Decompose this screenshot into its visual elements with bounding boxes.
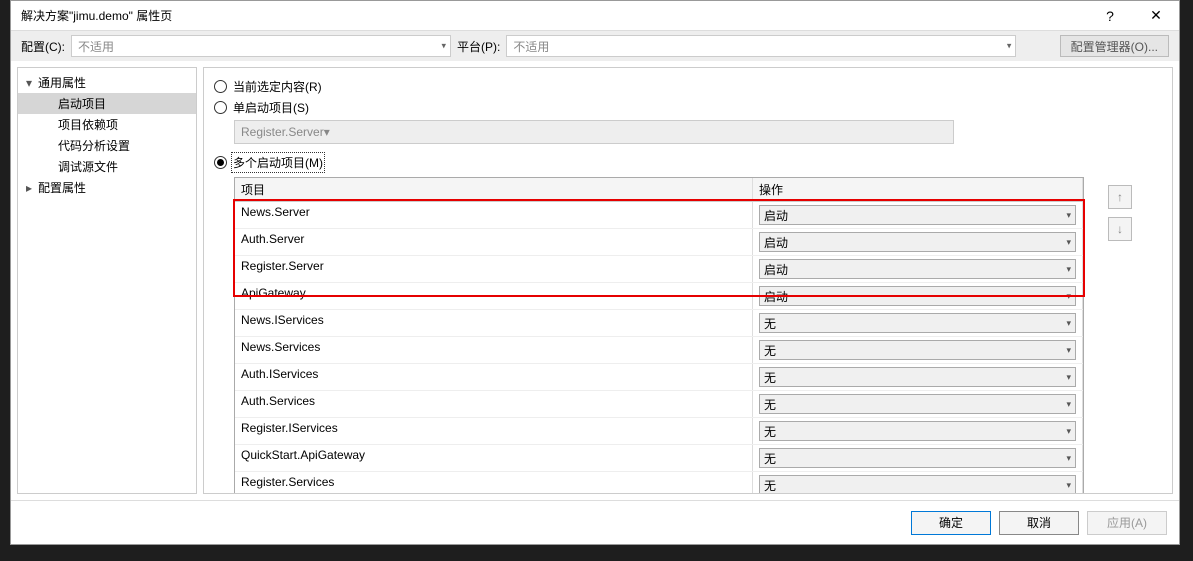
cell-action: 无▾ xyxy=(753,445,1083,471)
cell-project: QuickStart.ApiGateway xyxy=(235,445,753,471)
radio-current-selection[interactable]: 当前选定内容(R) xyxy=(214,78,1162,95)
cell-project: Register.Services xyxy=(235,472,753,494)
cell-project: Register.IServices xyxy=(235,418,753,444)
table-row[interactable]: Auth.Server 启动▾ xyxy=(235,229,1083,256)
action-dropdown[interactable]: 无▾ xyxy=(759,367,1076,387)
cell-action: 无▾ xyxy=(753,337,1083,363)
category-tree[interactable]: 通用属性启动项目项目依赖项代码分析设置调试源文件配置属性 xyxy=(17,67,197,494)
move-up-button[interactable]: ↑ xyxy=(1108,185,1132,209)
cell-action: 启动▾ xyxy=(753,256,1083,282)
apply-button[interactable]: 应用(A) xyxy=(1087,511,1167,535)
col-project: 项目 xyxy=(235,178,753,201)
action-dropdown[interactable]: 启动▾ xyxy=(759,286,1076,306)
cell-action: 无▾ xyxy=(753,391,1083,417)
action-dropdown[interactable]: 无▾ xyxy=(759,340,1076,360)
cell-action: 启动▾ xyxy=(753,283,1083,309)
window-title: 解决方案"jimu.demo" 属性页 xyxy=(21,7,1087,24)
chevron-down-icon: ▾ xyxy=(1066,237,1071,248)
cell-action: 启动▾ xyxy=(753,202,1083,228)
tree-item[interactable]: 代码分析设置 xyxy=(18,135,196,156)
tree-item[interactable]: 调试源文件 xyxy=(18,156,196,177)
chevron-down-icon: ▾ xyxy=(1066,264,1071,275)
close-button[interactable]: ✕ xyxy=(1133,1,1179,31)
config-manager-button[interactable]: 配置管理器(O)... xyxy=(1060,35,1169,57)
table-row[interactable]: Auth.IServices 无▾ xyxy=(235,364,1083,391)
cell-project: News.IServices xyxy=(235,310,753,336)
help-button[interactable]: ? xyxy=(1087,1,1133,31)
action-dropdown[interactable]: 无▾ xyxy=(759,421,1076,441)
cell-action: 无▾ xyxy=(753,472,1083,494)
table-row[interactable]: Register.Server 启动▾ xyxy=(235,256,1083,283)
radio-multiple-startup[interactable]: 多个启动项目(M) xyxy=(214,154,1162,171)
table-row[interactable]: News.Server 启动▾ xyxy=(235,202,1083,229)
platform-dropdown[interactable]: 不适用 ▾ xyxy=(506,35,1016,57)
cell-action: 启动▾ xyxy=(753,229,1083,255)
chevron-down-icon: ▾ xyxy=(1066,453,1071,464)
chevron-down-icon: ▾ xyxy=(324,125,330,139)
chevron-down-icon: ▾ xyxy=(1066,372,1071,383)
cell-project: ApiGateway xyxy=(235,283,753,309)
property-pages-dialog: 解决方案"jimu.demo" 属性页 ? ✕ 配置(C): 不适用 ▾ 平台(… xyxy=(10,0,1180,545)
cell-project: News.Server xyxy=(235,202,753,228)
action-dropdown[interactable]: 无▾ xyxy=(759,475,1076,494)
tree-item[interactable]: 项目依赖项 xyxy=(18,114,196,135)
table-row[interactable]: Register.Services 无▾ xyxy=(235,472,1083,494)
cancel-button[interactable]: 取消 xyxy=(999,511,1079,535)
chevron-down-icon: ▾ xyxy=(1007,41,1012,52)
tree-item[interactable]: 通用属性 xyxy=(18,72,196,93)
chevron-down-icon: ▾ xyxy=(441,41,446,52)
chevron-down-icon: ▾ xyxy=(1066,318,1071,329)
single-startup-dropdown: Register.Server ▾ xyxy=(234,120,954,144)
tree-item[interactable]: 启动项目 xyxy=(18,93,196,114)
action-dropdown[interactable]: 启动▾ xyxy=(759,232,1076,252)
action-dropdown[interactable]: 无▾ xyxy=(759,313,1076,333)
radio-single-startup[interactable]: 单启动项目(S) xyxy=(214,99,1162,116)
table-row[interactable]: Register.IServices 无▾ xyxy=(235,418,1083,445)
cell-project: News.Services xyxy=(235,337,753,363)
action-dropdown[interactable]: 启动▾ xyxy=(759,259,1076,279)
table-header: 项目 操作 xyxy=(235,178,1083,202)
cell-action: 无▾ xyxy=(753,310,1083,336)
config-dropdown[interactable]: 不适用 ▾ xyxy=(71,35,451,57)
chevron-down-icon: ▾ xyxy=(1066,480,1071,491)
cell-action: 无▾ xyxy=(753,364,1083,390)
action-dropdown[interactable]: 无▾ xyxy=(759,448,1076,468)
cell-project: Auth.Services xyxy=(235,391,753,417)
cell-project: Auth.IServices xyxy=(235,364,753,390)
col-action: 操作 xyxy=(753,178,1083,201)
startup-projects-table: 项目 操作 News.Server启动▾Auth.Server启动▾Regist… xyxy=(234,177,1084,494)
chevron-down-icon: ▾ xyxy=(1066,210,1071,221)
chevron-down-icon: ▾ xyxy=(1066,345,1071,356)
tree-item[interactable]: 配置属性 xyxy=(18,177,196,198)
platform-label: 平台(P): xyxy=(457,38,500,55)
table-row[interactable]: QuickStart.ApiGateway 无▾ xyxy=(235,445,1083,472)
action-dropdown[interactable]: 启动▾ xyxy=(759,205,1076,225)
table-row[interactable]: News.Services 无▾ xyxy=(235,337,1083,364)
radio-icon xyxy=(214,80,227,93)
table-row[interactable]: ApiGateway 启动▾ xyxy=(235,283,1083,310)
radio-icon xyxy=(214,101,227,114)
table-row[interactable]: Auth.Services 无▾ xyxy=(235,391,1083,418)
action-dropdown[interactable]: 无▾ xyxy=(759,394,1076,414)
chevron-down-icon: ▾ xyxy=(1066,399,1071,410)
cell-project: Auth.Server xyxy=(235,229,753,255)
chevron-down-icon: ▾ xyxy=(1066,291,1071,302)
chevron-down-icon: ▾ xyxy=(1066,426,1071,437)
config-label: 配置(C): xyxy=(21,38,65,55)
ok-button[interactable]: 确定 xyxy=(911,511,991,535)
cell-project: Register.Server xyxy=(235,256,753,282)
dialog-footer: 确定 取消 应用(A) xyxy=(11,500,1179,544)
table-row[interactable]: News.IServices 无▾ xyxy=(235,310,1083,337)
titlebar: 解决方案"jimu.demo" 属性页 ? ✕ xyxy=(11,1,1179,31)
main-panel: 当前选定内容(R) 单启动项目(S) Register.Server ▾ 多个启… xyxy=(203,67,1173,494)
radio-icon xyxy=(214,156,227,169)
move-down-button[interactable]: ↓ xyxy=(1108,217,1132,241)
cell-action: 无▾ xyxy=(753,418,1083,444)
config-toolbar: 配置(C): 不适用 ▾ 平台(P): 不适用 ▾ 配置管理器(O)... xyxy=(11,31,1179,61)
